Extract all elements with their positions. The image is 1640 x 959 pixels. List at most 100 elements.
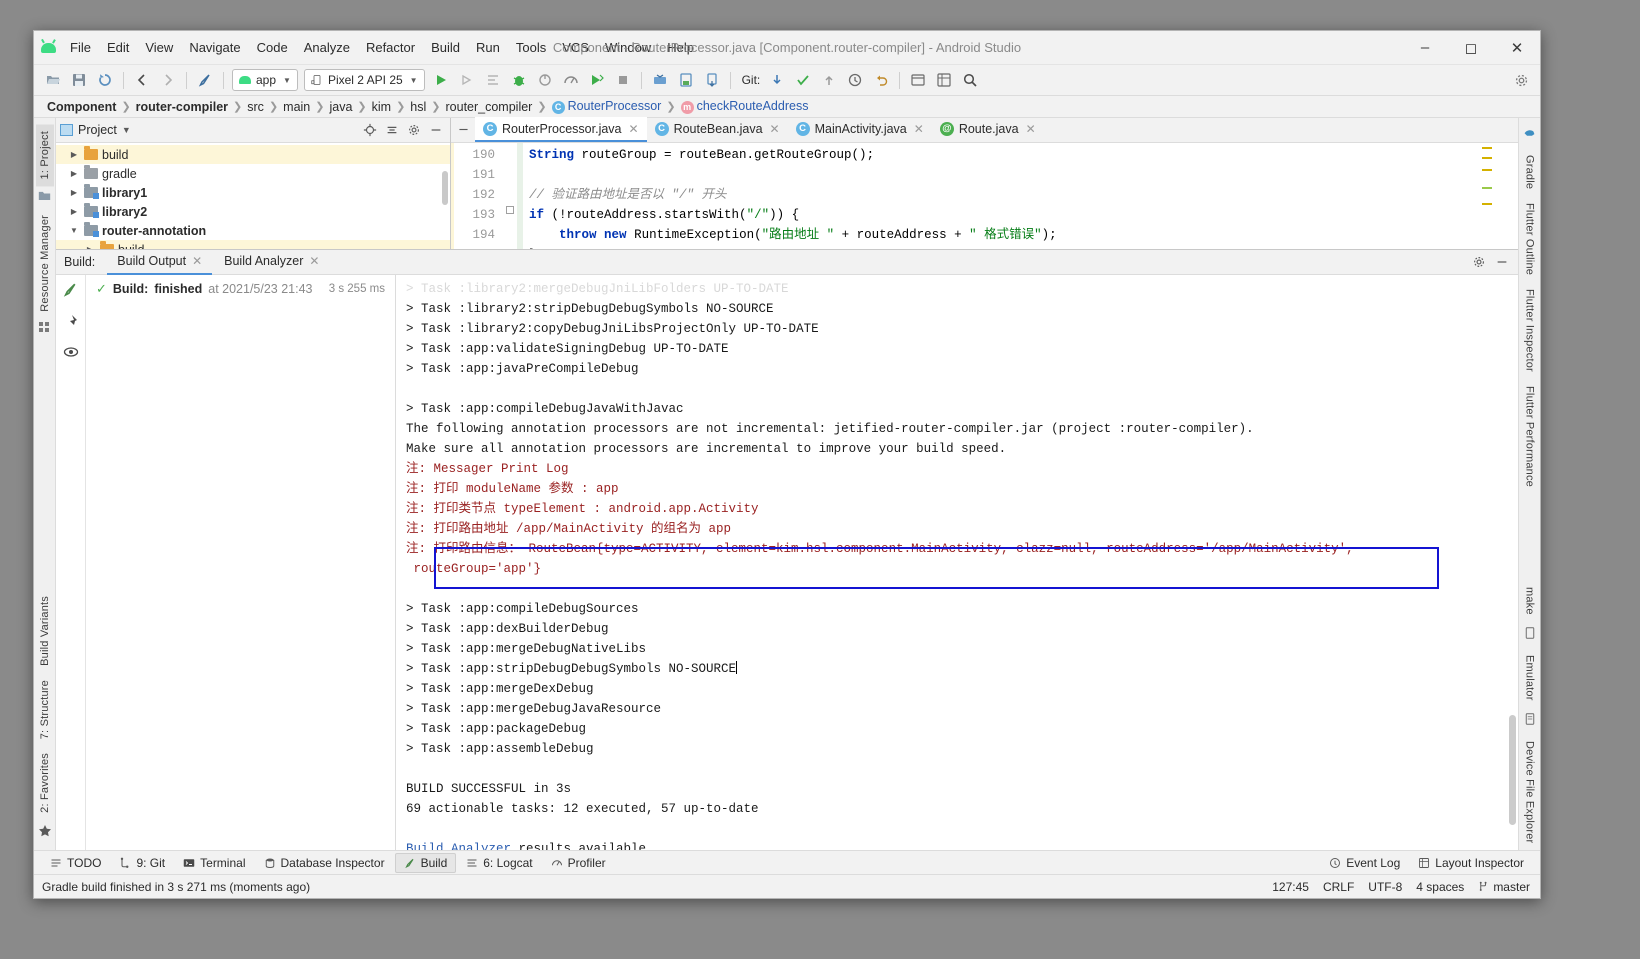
indent-setting[interactable]: 4 spaces (1416, 880, 1464, 894)
close-icon[interactable]: ✕ (629, 122, 639, 136)
status-item-logcat[interactable]: 6: Logcat (458, 854, 540, 872)
maximize-button[interactable]: ◻ (1448, 31, 1494, 64)
code-editor[interactable]: 190 191 192 193 194 195 String routeGrou… (451, 143, 1518, 249)
menu-build[interactable]: Build (423, 37, 468, 58)
chevron-right-icon[interactable]: ▶ (68, 207, 80, 216)
apply-code-changes-icon[interactable] (480, 68, 506, 92)
avd-manager-icon[interactable] (673, 68, 699, 92)
settings-icon[interactable] (1469, 252, 1489, 272)
close-icon[interactable]: ✕ (192, 254, 202, 268)
last-edit-location-icon[interactable] (192, 68, 218, 92)
editor-tab-mainactivity[interactable]: C MainActivity.java ✕ (788, 117, 932, 142)
tab-build-analyzer[interactable]: Build Analyzer ✕ (214, 250, 329, 275)
status-item-event-log[interactable]: Event Log (1321, 854, 1408, 872)
menu-analyze[interactable]: Analyze (296, 37, 358, 58)
sidebar-item-flutter-outline[interactable]: Flutter Outline (1521, 196, 1539, 282)
sidebar-item-structure[interactable]: 7: Structure (36, 673, 54, 746)
sidebar-item-flutter-performance[interactable]: Flutter Performance (1521, 379, 1539, 494)
editor-tab-routebean[interactable]: C RouteBean.java ✕ (647, 117, 788, 142)
status-item-terminal[interactable]: Terminal (175, 854, 253, 872)
run-icon[interactable] (428, 68, 454, 92)
eye-icon[interactable] (63, 344, 79, 365)
sidebar-item-favorites[interactable]: 2: Favorites (36, 746, 54, 820)
locate-icon[interactable] (360, 120, 380, 140)
chevron-right-icon[interactable]: ▶ (68, 188, 80, 197)
breadcrumb-item-routerprocessor[interactable]: C RouterProcessor (549, 99, 665, 114)
menu-file[interactable]: File (62, 37, 99, 58)
git-update-icon[interactable] (764, 68, 790, 92)
build-console[interactable]: > Task :library2:mergeDebugJniLibFolders… (396, 275, 1518, 850)
menu-view[interactable]: View (137, 37, 181, 58)
breadcrumb-item-kim[interactable]: kim (369, 100, 394, 114)
settings-icon[interactable] (404, 120, 424, 140)
git-revert-icon[interactable] (868, 68, 894, 92)
status-item-todo[interactable]: TODO (42, 854, 109, 872)
editor-tab-route[interactable]: @ Route.java ✕ (932, 117, 1044, 142)
tree-node-gradle[interactable]: ▶ gradle (56, 164, 450, 183)
hide-panel-icon[interactable] (426, 120, 446, 140)
status-item-build[interactable]: Build (394, 852, 457, 873)
close-icon[interactable]: ✕ (1026, 122, 1036, 136)
sidebar-item-device-file-explorer[interactable]: Device File Explorer (1521, 734, 1539, 850)
settings-icon[interactable] (1508, 68, 1534, 92)
sidebar-item-gradle[interactable]: Gradle (1521, 148, 1539, 196)
status-item-database-inspector[interactable]: Database Inspector (256, 854, 393, 872)
hide-editor-icon[interactable] (451, 117, 475, 142)
stop-icon[interactable] (610, 68, 636, 92)
console-scrollbar[interactable] (1509, 715, 1516, 825)
chevron-right-icon[interactable]: ▶ (84, 245, 96, 249)
chevron-right-icon[interactable]: ▶ (68, 169, 80, 178)
git-branch[interactable]: master (1478, 880, 1530, 894)
pin-icon[interactable] (63, 313, 79, 334)
tree-node-router-annotation[interactable]: ▼ router-annotation (56, 221, 450, 240)
collapse-all-icon[interactable] (382, 120, 402, 140)
gradle-elephant-icon[interactable] (1523, 126, 1536, 144)
project-tree-scrollbar[interactable] (442, 171, 448, 205)
close-icon[interactable]: ✕ (770, 122, 780, 136)
sidebar-item-flutter-inspector[interactable]: Flutter Inspector (1521, 282, 1539, 379)
status-item-git[interactable]: 9: Git (111, 854, 173, 872)
chevron-right-icon[interactable]: ▶ (68, 150, 80, 159)
line-separator[interactable]: CRLF (1323, 880, 1354, 894)
sidebar-item-build-variants[interactable]: Build Variants (36, 589, 54, 673)
search-icon[interactable] (957, 68, 983, 92)
breadcrumb-item-router-compiler[interactable]: router-compiler (133, 100, 231, 114)
menu-tools[interactable]: Tools (508, 37, 554, 58)
apply-changes-icon[interactable] (454, 68, 480, 92)
rerun-icon[interactable] (62, 281, 79, 303)
project-pane-title[interactable]: Project ▼ (78, 123, 131, 137)
git-history-icon[interactable] (842, 68, 868, 92)
menu-run[interactable]: Run (468, 37, 508, 58)
tree-node-library1[interactable]: ▶ library1 (56, 183, 450, 202)
open-project-icon[interactable] (40, 68, 66, 92)
breadcrumb-item-checkrouteaddress[interactable]: m checkRouteAddress (678, 99, 812, 114)
breadcrumb-item-main[interactable]: main (280, 100, 313, 114)
sidebar-item-project[interactable]: 1: Project (35, 124, 54, 187)
minimize-button[interactable]: – (1402, 31, 1448, 64)
breadcrumb-item-component[interactable]: Component (44, 100, 119, 114)
back-icon[interactable] (129, 68, 155, 92)
build-analyzer-link[interactable]: Build Analyzer (406, 842, 511, 850)
close-icon[interactable]: ✕ (914, 122, 924, 136)
menu-window[interactable]: Window (597, 37, 659, 58)
git-push-icon[interactable] (816, 68, 842, 92)
sdk-manager-icon[interactable] (647, 68, 673, 92)
module-selector[interactable]: app ▼ (232, 69, 298, 91)
attach-debugger-icon[interactable] (532, 68, 558, 92)
menu-navigate[interactable]: Navigate (181, 37, 248, 58)
breadcrumb-item-java[interactable]: java (326, 100, 355, 114)
status-item-profiler[interactable]: Profiler (543, 854, 614, 872)
tree-node-library2[interactable]: ▶ library2 (56, 202, 450, 221)
forward-icon[interactable] (155, 68, 181, 92)
save-all-icon[interactable] (66, 68, 92, 92)
sync-project-icon[interactable] (92, 68, 118, 92)
close-icon[interactable]: ✕ (309, 254, 319, 268)
caret-position[interactable]: 127:45 (1272, 880, 1309, 894)
menu-code[interactable]: Code (249, 37, 296, 58)
tree-node-build[interactable]: ▶ build (56, 145, 450, 164)
editor-tab-routerprocessor[interactable]: C RouterProcessor.java ✕ (475, 117, 647, 142)
menu-help[interactable]: Help (659, 37, 702, 58)
layout-editor-icon[interactable] (931, 68, 957, 92)
breadcrumb-item-router-compiler-pkg[interactable]: router_compiler (443, 100, 536, 114)
code-folding-column[interactable] (503, 143, 517, 249)
